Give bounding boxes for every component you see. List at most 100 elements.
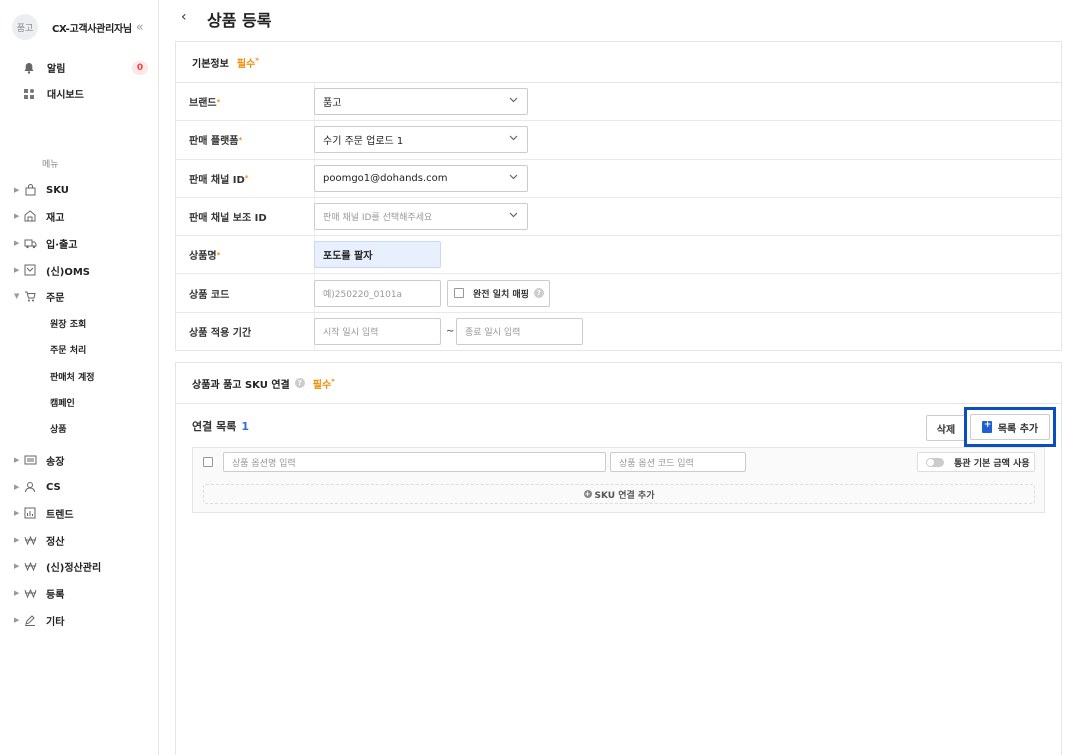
sidebar-item-dashboard[interactable]: 대시보드 (22, 86, 148, 101)
chevron-down-icon: ▼ (14, 292, 20, 300)
exact-match-checkbox[interactable] (454, 288, 464, 299)
select-value: poomgo1@dohands.com (323, 172, 448, 184)
sidebar-subitem-product[interactable]: 상품 (50, 422, 67, 435)
delete-button[interactable]: 삭제 (926, 415, 966, 441)
alert-count-badge: 0 (132, 60, 148, 75)
field-label: 판매 플랫폼 * (176, 121, 315, 159)
avatar[interactable]: 품고 (12, 14, 38, 40)
brand-block: 품고 CX-고객사관리자님 « (12, 14, 144, 40)
sidebar-item-sku[interactable]: ▶ SKU (14, 183, 69, 197)
bag-icon (22, 183, 38, 197)
sidebar-item-label: 알림 (47, 64, 66, 75)
oms-icon (22, 263, 38, 277)
sidebar-item-label: 대시보드 (47, 90, 84, 101)
start-datetime-input[interactable]: 시작 일시 입력 (314, 318, 441, 346)
field-label: 판매 채널 ID * (176, 159, 315, 197)
chart-icon (22, 506, 38, 520)
help-icon[interactable]: ? (294, 378, 305, 388)
page-header: ‹ 상품 등록 (159, 0, 1073, 40)
sidebar-item-order[interactable]: ▼ 주문 (14, 289, 65, 304)
chevron-right-icon: ▶ (14, 616, 20, 624)
add-sku-link-button[interactable]: + SKU 연결 추가 (203, 484, 1035, 504)
won-icon (22, 559, 38, 573)
sidebar-subitem-order-process[interactable]: 주문 처리 (50, 343, 86, 356)
sidebar-subitem-campaign[interactable]: 캠페인 (50, 396, 75, 409)
form-row-period: 상품 적용 기간 시작 일시 입력 ~ 종료 일시 입력 (176, 312, 1061, 352)
chevron-right-icon: ▶ (14, 562, 20, 570)
sidebar-item-label: CS (46, 481, 61, 493)
chevron-right-icon: ▶ (14, 266, 20, 274)
bell-icon (22, 61, 36, 75)
sidebar-item-label: 재고 (46, 212, 65, 224)
won-icon (22, 586, 38, 600)
product-name-input[interactable]: 포도를 팔자 (314, 241, 441, 269)
channel-id-select[interactable]: poomgo1@dohands.com (314, 164, 528, 192)
brand-select[interactable]: 품고 (314, 88, 528, 116)
sidebar-item-cs[interactable]: ▶ CS (14, 480, 61, 494)
add-list-button[interactable]: 목록 추가 (970, 414, 1050, 440)
customs-default-toggle[interactable] (926, 457, 944, 467)
form-row-sub-channel: 판매 채널 보조 ID 판매 채널 ID를 선택해주세요 (176, 197, 1061, 237)
option-code-input[interactable]: 상품 옵션 코드 입력 (610, 452, 746, 472)
sidebar-item-trend[interactable]: ▶ 트렌드 (14, 506, 74, 521)
sidebar-item-label: 정산 (46, 536, 65, 548)
sidebar-item-stock[interactable]: ▶ 재고 (14, 209, 65, 224)
sidebar-subitem-ledger[interactable]: 원장 조회 (50, 317, 86, 330)
form-row-brand: 브랜드 * 품고 (176, 83, 1061, 122)
sku-link-panel: 상품과 품고 SKU 연결 ? 필수* 연결 목록1 삭제 목록 추가 상품 옵… (175, 362, 1062, 755)
link-list-title: 연결 목록 1 (192, 420, 249, 433)
link-count: 1 (241, 420, 249, 433)
select-placeholder: 판매 채널 ID를 선택해주세요 (323, 213, 433, 224)
cart-icon (22, 289, 38, 303)
brand-name: CX-고객사관리자님 (52, 23, 132, 35)
end-datetime-input[interactable]: 종료 일시 입력 (456, 318, 583, 346)
section-title: 상품과 품고 SKU 연결 (192, 379, 290, 391)
sidebar-item-settle[interactable]: ▶ 정산 (14, 533, 65, 548)
field-label: 판매 채널 보조 ID (176, 197, 315, 236)
back-icon[interactable]: ‹ (181, 9, 187, 25)
toggle-label: 통관 기본 금액 사용 (954, 458, 1030, 469)
sidebar-item-invoice[interactable]: ▶ 송장 (14, 453, 64, 468)
sidebar-item-inout[interactable]: ▶ 입·출고 (14, 236, 78, 251)
sidebar-item-etc[interactable]: ▶ 기타 (14, 613, 65, 628)
person-icon (22, 480, 38, 494)
sidebar-subitem-seller-account[interactable]: 판매처 계정 (50, 370, 95, 383)
help-icon[interactable]: ? (533, 288, 544, 299)
won-icon (22, 533, 38, 547)
basic-info-header: 기본정보 필수* (176, 42, 1061, 83)
sidebar-item-label: 등록 (46, 589, 65, 601)
exact-match-option[interactable]: 완전 일치 매핑 ? (447, 279, 550, 307)
product-code-input[interactable]: 예)250220_0101a (314, 279, 441, 307)
chevron-down-icon (509, 173, 518, 183)
form-row-platform: 판매 플랫폼 * 수기 주문 업로드 1 (176, 121, 1061, 160)
platform-select[interactable]: 수기 주문 업로드 1 (314, 126, 528, 154)
button-label: 목록 추가 (997, 423, 1039, 435)
sub-channel-select[interactable]: 판매 채널 ID를 선택해주세요 (314, 203, 528, 231)
pencil-icon (22, 613, 38, 627)
select-value: 품고 (323, 98, 342, 110)
collapse-sidebar-icon[interactable]: « (136, 20, 144, 35)
sidebar: 품고 CX-고객사관리자님 « 알림 0 대시보드 메뉴 ▶ SKU ▶ 재고 … (0, 0, 159, 755)
sku-link-header: 상품과 품고 SKU 연결 ? 필수* (176, 363, 1061, 404)
chevron-right-icon: ▶ (14, 186, 20, 194)
sidebar-item-label: 기타 (46, 616, 65, 628)
sidebar-item-oms[interactable]: ▶ (신)OMS (14, 263, 90, 278)
row-checkbox[interactable] (203, 457, 213, 467)
sidebar-item-label: 입·출고 (46, 239, 78, 251)
sidebar-item-alerts[interactable]: 알림 0 (22, 60, 148, 75)
sidebar-item-label: 트렌드 (46, 509, 74, 521)
sidebar-item-register[interactable]: ▶ 등록 (14, 586, 65, 601)
customs-default-toggle-box[interactable]: 통관 기본 금액 사용 (917, 452, 1035, 472)
sidebar-item-new-settle[interactable]: ▶ (신)정산관리 (14, 559, 101, 574)
form-row-product-name: 상품명 * 포도를 팔자 (176, 236, 1061, 275)
exact-match-label: 완전 일치 매핑 (473, 289, 529, 300)
chevron-right-icon: ▶ (14, 483, 20, 491)
warehouse-icon (22, 209, 38, 223)
sidebar-item-label: SKU (46, 184, 69, 196)
option-name-input[interactable]: 상품 옵션명 입력 (223, 452, 606, 472)
sidebar-item-label: 주문 (46, 292, 65, 304)
button-label: SKU 연결 추가 (594, 490, 655, 501)
invoice-icon (22, 453, 38, 467)
basic-info-panel: 기본정보 필수* 브랜드 * 품고 판매 플랫폼 * 수기 주문 업로드 1 판매 … (175, 41, 1062, 352)
field-label: 브랜드 * (176, 83, 315, 121)
